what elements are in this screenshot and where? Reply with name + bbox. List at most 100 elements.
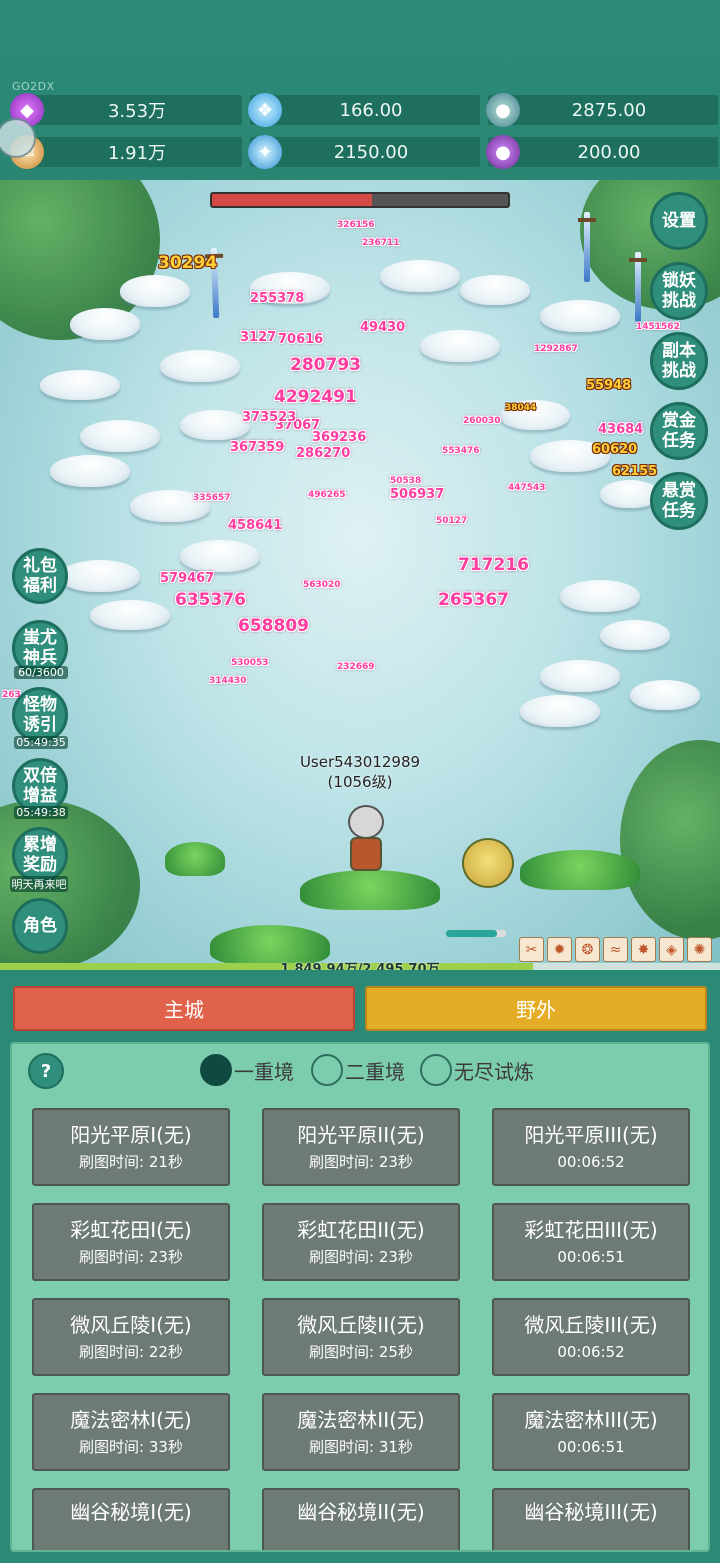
realm-option-endless[interactable]: 无尽试炼	[420, 1054, 534, 1086]
map-info: 刷图时间: 23秒	[309, 1248, 413, 1266]
resource-blue-crystal: 166.00	[250, 95, 480, 125]
map-card[interactable]: 幽谷秘境II(无)	[262, 1488, 460, 1550]
damage-number: 447543	[508, 483, 546, 493]
cloud-enemy	[460, 275, 530, 305]
map-card[interactable]: 彩虹花田I(无) 刷图时间: 23秒	[32, 1203, 230, 1281]
map-info: 00:06:51	[557, 1438, 625, 1456]
map-info: 刷图时间: 21秒	[79, 1153, 183, 1171]
resource-value: 200.00	[577, 141, 641, 163]
damage-number: 232669	[337, 662, 375, 672]
map-card[interactable]: 阳光平原II(无) 刷图时间: 23秒	[262, 1108, 460, 1186]
settings-button[interactable]: 设置	[650, 192, 708, 250]
map-name: 幽谷秘境III(无)	[524, 1500, 658, 1524]
map-info: 刷图时间: 31秒	[309, 1438, 413, 1456]
radio-unselected-icon[interactable]	[311, 1054, 343, 1086]
radio-selected-icon[interactable]	[200, 1054, 232, 1086]
map-card[interactable]: 魔法密林III(无) 00:06:51	[492, 1393, 690, 1471]
map-card[interactable]: 彩虹花田II(无) 刷图时间: 23秒	[262, 1203, 460, 1281]
cloud-enemy	[420, 330, 500, 362]
map-name: 幽谷秘境I(无)	[70, 1500, 192, 1524]
main-city-tab[interactable]: 主城	[13, 986, 355, 1031]
map-name: 幽谷秘境II(无)	[297, 1500, 425, 1524]
cloud-enemy	[180, 540, 260, 572]
map-card[interactable]: 阳光平原I(无) 刷图时间: 21秒	[32, 1108, 230, 1186]
realm-label: 无尽试炼	[454, 1059, 534, 1084]
map-name: 魔法密林III(无)	[524, 1408, 658, 1432]
resource-value: 3.53万	[107, 101, 167, 122]
resource-value: 1.91万	[107, 143, 167, 164]
map-card[interactable]: 幽谷秘境III(无)	[492, 1488, 690, 1550]
damage-number: 326156	[337, 220, 375, 230]
map-card[interactable]: 微风丘陵III(无) 00:06:52	[492, 1298, 690, 1376]
damage-number: 506937	[390, 487, 445, 502]
resource-green-ore: 2875.00	[488, 95, 718, 125]
dungeon-challenge-button[interactable]: 副本挑战	[650, 332, 708, 390]
map-name: 微风丘陵I(无)	[70, 1313, 192, 1337]
player-body	[350, 837, 382, 871]
map-name: 阳光平原III(无)	[524, 1123, 658, 1147]
tree-decoration	[620, 740, 720, 940]
character-button[interactable]: 角色	[12, 898, 68, 954]
damage-number: 635376	[175, 590, 246, 610]
battlefield: 30294 255378 3127 70616 280793 4292491 3…	[0, 180, 720, 970]
monster-lure-timer: 05:49:35	[14, 736, 68, 749]
double-buff-timer: 05:49:38	[14, 806, 68, 819]
realm-option-2[interactable]: 二重境	[311, 1054, 405, 1086]
realm-option-1[interactable]: 一重境	[200, 1054, 294, 1086]
damage-number: 553476	[442, 446, 480, 456]
map-info: 刷图时间: 25秒	[309, 1343, 413, 1361]
boss-hp-bar	[210, 192, 510, 208]
damage-number: 43684	[598, 422, 644, 437]
map-name: 彩虹花田III(无)	[524, 1218, 658, 1242]
cloud-enemy	[70, 308, 140, 340]
realm-label: 一重境	[234, 1059, 294, 1084]
damage-number: 50538	[390, 476, 422, 486]
map-panel: 主城 野外 ? 一重境 二重境 无尽试炼 阳光平原I(无) 刷图时间: 21秒 阳…	[0, 970, 720, 1563]
cloud-enemy	[630, 680, 700, 710]
cumulative-reward-button[interactable]: 累增奖励	[12, 827, 68, 883]
grass-platform	[165, 842, 225, 876]
damage-number: 458641	[228, 518, 283, 533]
map-info: 刷图时间: 33秒	[79, 1438, 183, 1456]
resource-scrolls: 1.91万	[20, 137, 242, 167]
cloud-enemy	[40, 370, 120, 400]
gift-welfare-button[interactable]: 礼包福利	[12, 548, 68, 604]
damage-number: 265367	[438, 590, 509, 610]
map-list-container: ? 一重境 二重境 无尽试炼 阳光平原I(无) 刷图时间: 21秒 阳光平原II(…	[10, 1042, 710, 1552]
cloud-enemy	[80, 420, 160, 452]
build-tag: GO2DX	[12, 80, 55, 93]
map-card[interactable]: 幽谷秘境I(无)	[32, 1488, 230, 1550]
grass-platform	[520, 850, 640, 890]
reward-task-button[interactable]: 悬赏任务	[650, 472, 708, 530]
cumulative-reward-status: 明天再来吧	[10, 876, 68, 892]
wild-tab[interactable]: 野外	[365, 986, 707, 1031]
map-info: 刷图时间: 23秒	[309, 1153, 413, 1171]
map-name: 微风丘陵II(无)	[297, 1313, 425, 1337]
resource-purple-fruit: 200.00	[488, 137, 718, 167]
radio-unselected-icon[interactable]	[420, 1054, 452, 1086]
map-name: 微风丘陵III(无)	[524, 1313, 658, 1337]
damage-number: 60620	[592, 442, 638, 457]
map-card[interactable]: 微风丘陵I(无) 刷图时间: 22秒	[32, 1298, 230, 1376]
exp-text: 1,849.94万/2,495.70万	[280, 962, 440, 970]
help-button[interactable]: ?	[28, 1053, 64, 1089]
map-card[interactable]: 阳光平原III(无) 00:06:52	[492, 1108, 690, 1186]
bounty-task-button[interactable]: 赏金任务	[650, 402, 708, 460]
damage-number: 30294	[158, 253, 218, 273]
map-info: 刷图时间: 23秒	[79, 1248, 183, 1266]
player-nameplate: User543012989 (1056级)	[290, 752, 430, 792]
purple-fruit-icon: ●	[486, 135, 520, 169]
map-card[interactable]: 魔法密林I(无) 刷图时间: 33秒	[32, 1393, 230, 1471]
monster-lure-button[interactable]: 怪物诱引	[12, 687, 68, 743]
damage-number: 280793	[290, 355, 361, 375]
map-card[interactable]: 魔法密林II(无) 刷图时间: 31秒	[262, 1393, 460, 1471]
damage-number: 658809	[238, 616, 309, 636]
cloud-enemy	[60, 560, 140, 592]
demon-lock-challenge-button[interactable]: 锁妖挑战	[650, 262, 708, 320]
damage-number: 1451562	[636, 322, 680, 332]
map-card[interactable]: 彩虹花田III(无) 00:06:51	[492, 1203, 690, 1281]
map-card[interactable]: 微风丘陵II(无) 刷图时间: 25秒	[262, 1298, 460, 1376]
pet-hp-fill	[446, 930, 497, 937]
chiyou-weapon-progress: 60/3600	[14, 666, 68, 679]
damage-number: 496265	[308, 490, 346, 500]
